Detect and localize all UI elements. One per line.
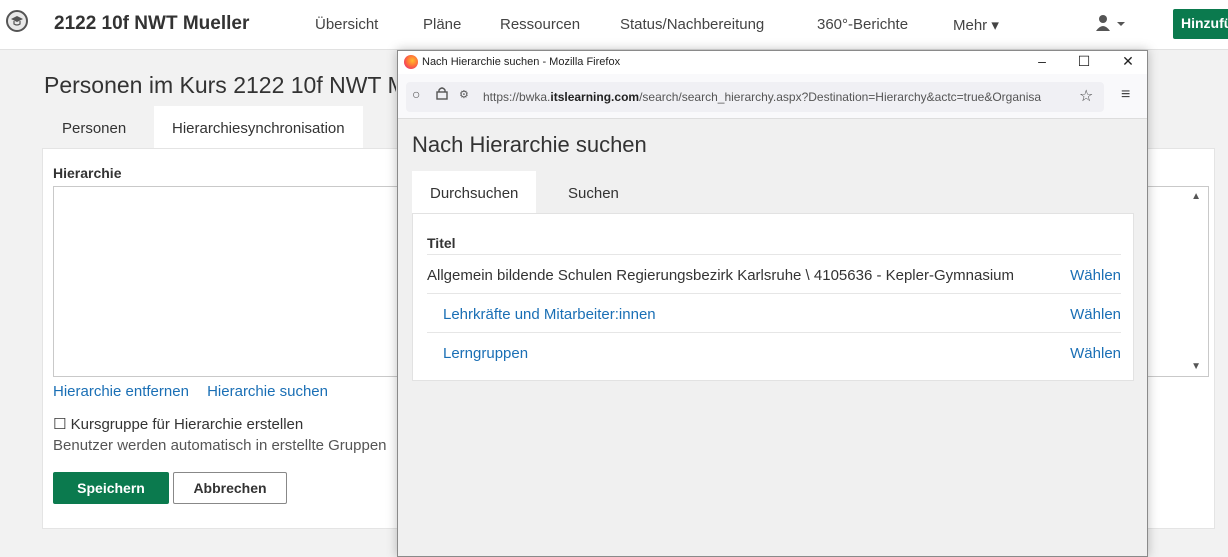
course-title[interactable]: 2122 10f NWT Mueller [54,13,249,35]
save-button[interactable]: Speichern [53,472,169,504]
auto-group-hint: Benutzer werden automatisch in erstellte… [53,437,387,454]
scroll-up-icon[interactable]: ▲ [1191,191,1201,202]
address-bar: ○ ⚙ https://bwka.itslearning.com/search/… [398,74,1147,119]
nav-plaene[interactable]: Pläne [423,16,461,33]
tab-suchen[interactable]: Suchen [550,171,637,213]
add-button[interactable]: Hinzufügen [1173,9,1228,39]
nav-status-nachbereitung[interactable]: Status/Nachbereitung [620,16,764,33]
user-menu[interactable] [1095,14,1129,34]
page-title: Personen im Kurs 2122 10f NWT Mueller [44,72,396,98]
hierarchy-links: Hierarchie entfernen Hierarchie suchen [53,383,342,400]
list-item: Lehrkräfte und Mitarbeiter:innen Wählen [427,293,1121,332]
nav-ressourcen[interactable]: Ressourcen [500,16,580,33]
hierarchy-label: Hierarchie [53,165,122,181]
shield-icon[interactable]: ○ [412,86,420,102]
nav-mehr-dropdown[interactable]: Mehr ▾ [953,16,999,34]
list-item: Lerngruppen Wählen [427,332,1121,371]
url-text[interactable]: https://bwka.itslearning.com/search/sear… [483,90,1073,104]
cancel-button[interactable]: Abbrechen [173,472,287,504]
list-item: Allgemein bildende Schulen Regierungsbez… [427,254,1121,293]
remove-hierarchy-link[interactable]: Hierarchie entfernen [53,383,189,400]
menu-icon[interactable]: ≡ [1121,86,1130,104]
firefox-icon [404,55,418,69]
window-titlebar[interactable]: Nach Hierarchie suchen - Mozilla Firefox… [398,51,1147,74]
itslearning-logo-icon[interactable] [6,10,28,32]
hierarchy-child-link[interactable]: Lehrkräfte und Mitarbeiter:innen [443,306,656,323]
user-icon [1096,15,1125,31]
hierarchy-list: Titel Allgemein bildende Schulen Regieru… [412,213,1134,381]
hierarchy-child-link[interactable]: Lerngruppen [443,345,528,362]
column-header-titel: Titel [427,235,456,251]
lock-icon[interactable] [436,86,448,103]
tab-durchsuchen[interactable]: Durchsuchen [412,171,537,213]
bookmark-star-icon[interactable]: ☆ [1079,86,1093,106]
select-link[interactable]: Wählen [1070,345,1121,362]
popup-heading: Nach Hierarchie suchen [412,132,647,157]
select-link[interactable]: Wählen [1070,267,1121,284]
nav-uebersicht[interactable]: Übersicht [315,16,378,33]
close-icon[interactable]: ✕ [1118,53,1138,70]
window-title: Nach Hierarchie suchen - Mozilla Firefox [422,56,621,68]
permissions-icon[interactable]: ⚙ [459,88,469,101]
tab-personen[interactable]: Personen [44,106,144,148]
maximize-icon[interactable]: ☐ [1074,53,1094,70]
tab-hierarchiesynchronisation[interactable]: Hierarchiesynchronisation [154,106,363,148]
minimize-icon[interactable]: – [1032,53,1052,69]
nav-360-berichte[interactable]: 360°-Berichte [817,16,908,33]
create-course-group-checkbox[interactable]: ☐ Kursgruppe für Hierarchie erstellen [53,415,303,433]
hierarchy-search-popup: Nach Hierarchie suchen - Mozilla Firefox… [397,50,1148,557]
scroll-down-icon[interactable]: ▼ [1191,361,1201,372]
select-link[interactable]: Wählen [1070,306,1121,323]
top-navigation: 2122 10f NWT Mueller Übersicht Pläne Res… [0,0,1228,50]
hierarchy-root-label: Allgemein bildende Schulen Regierungsbez… [427,267,1014,284]
search-hierarchy-link[interactable]: Hierarchie suchen [207,383,328,400]
